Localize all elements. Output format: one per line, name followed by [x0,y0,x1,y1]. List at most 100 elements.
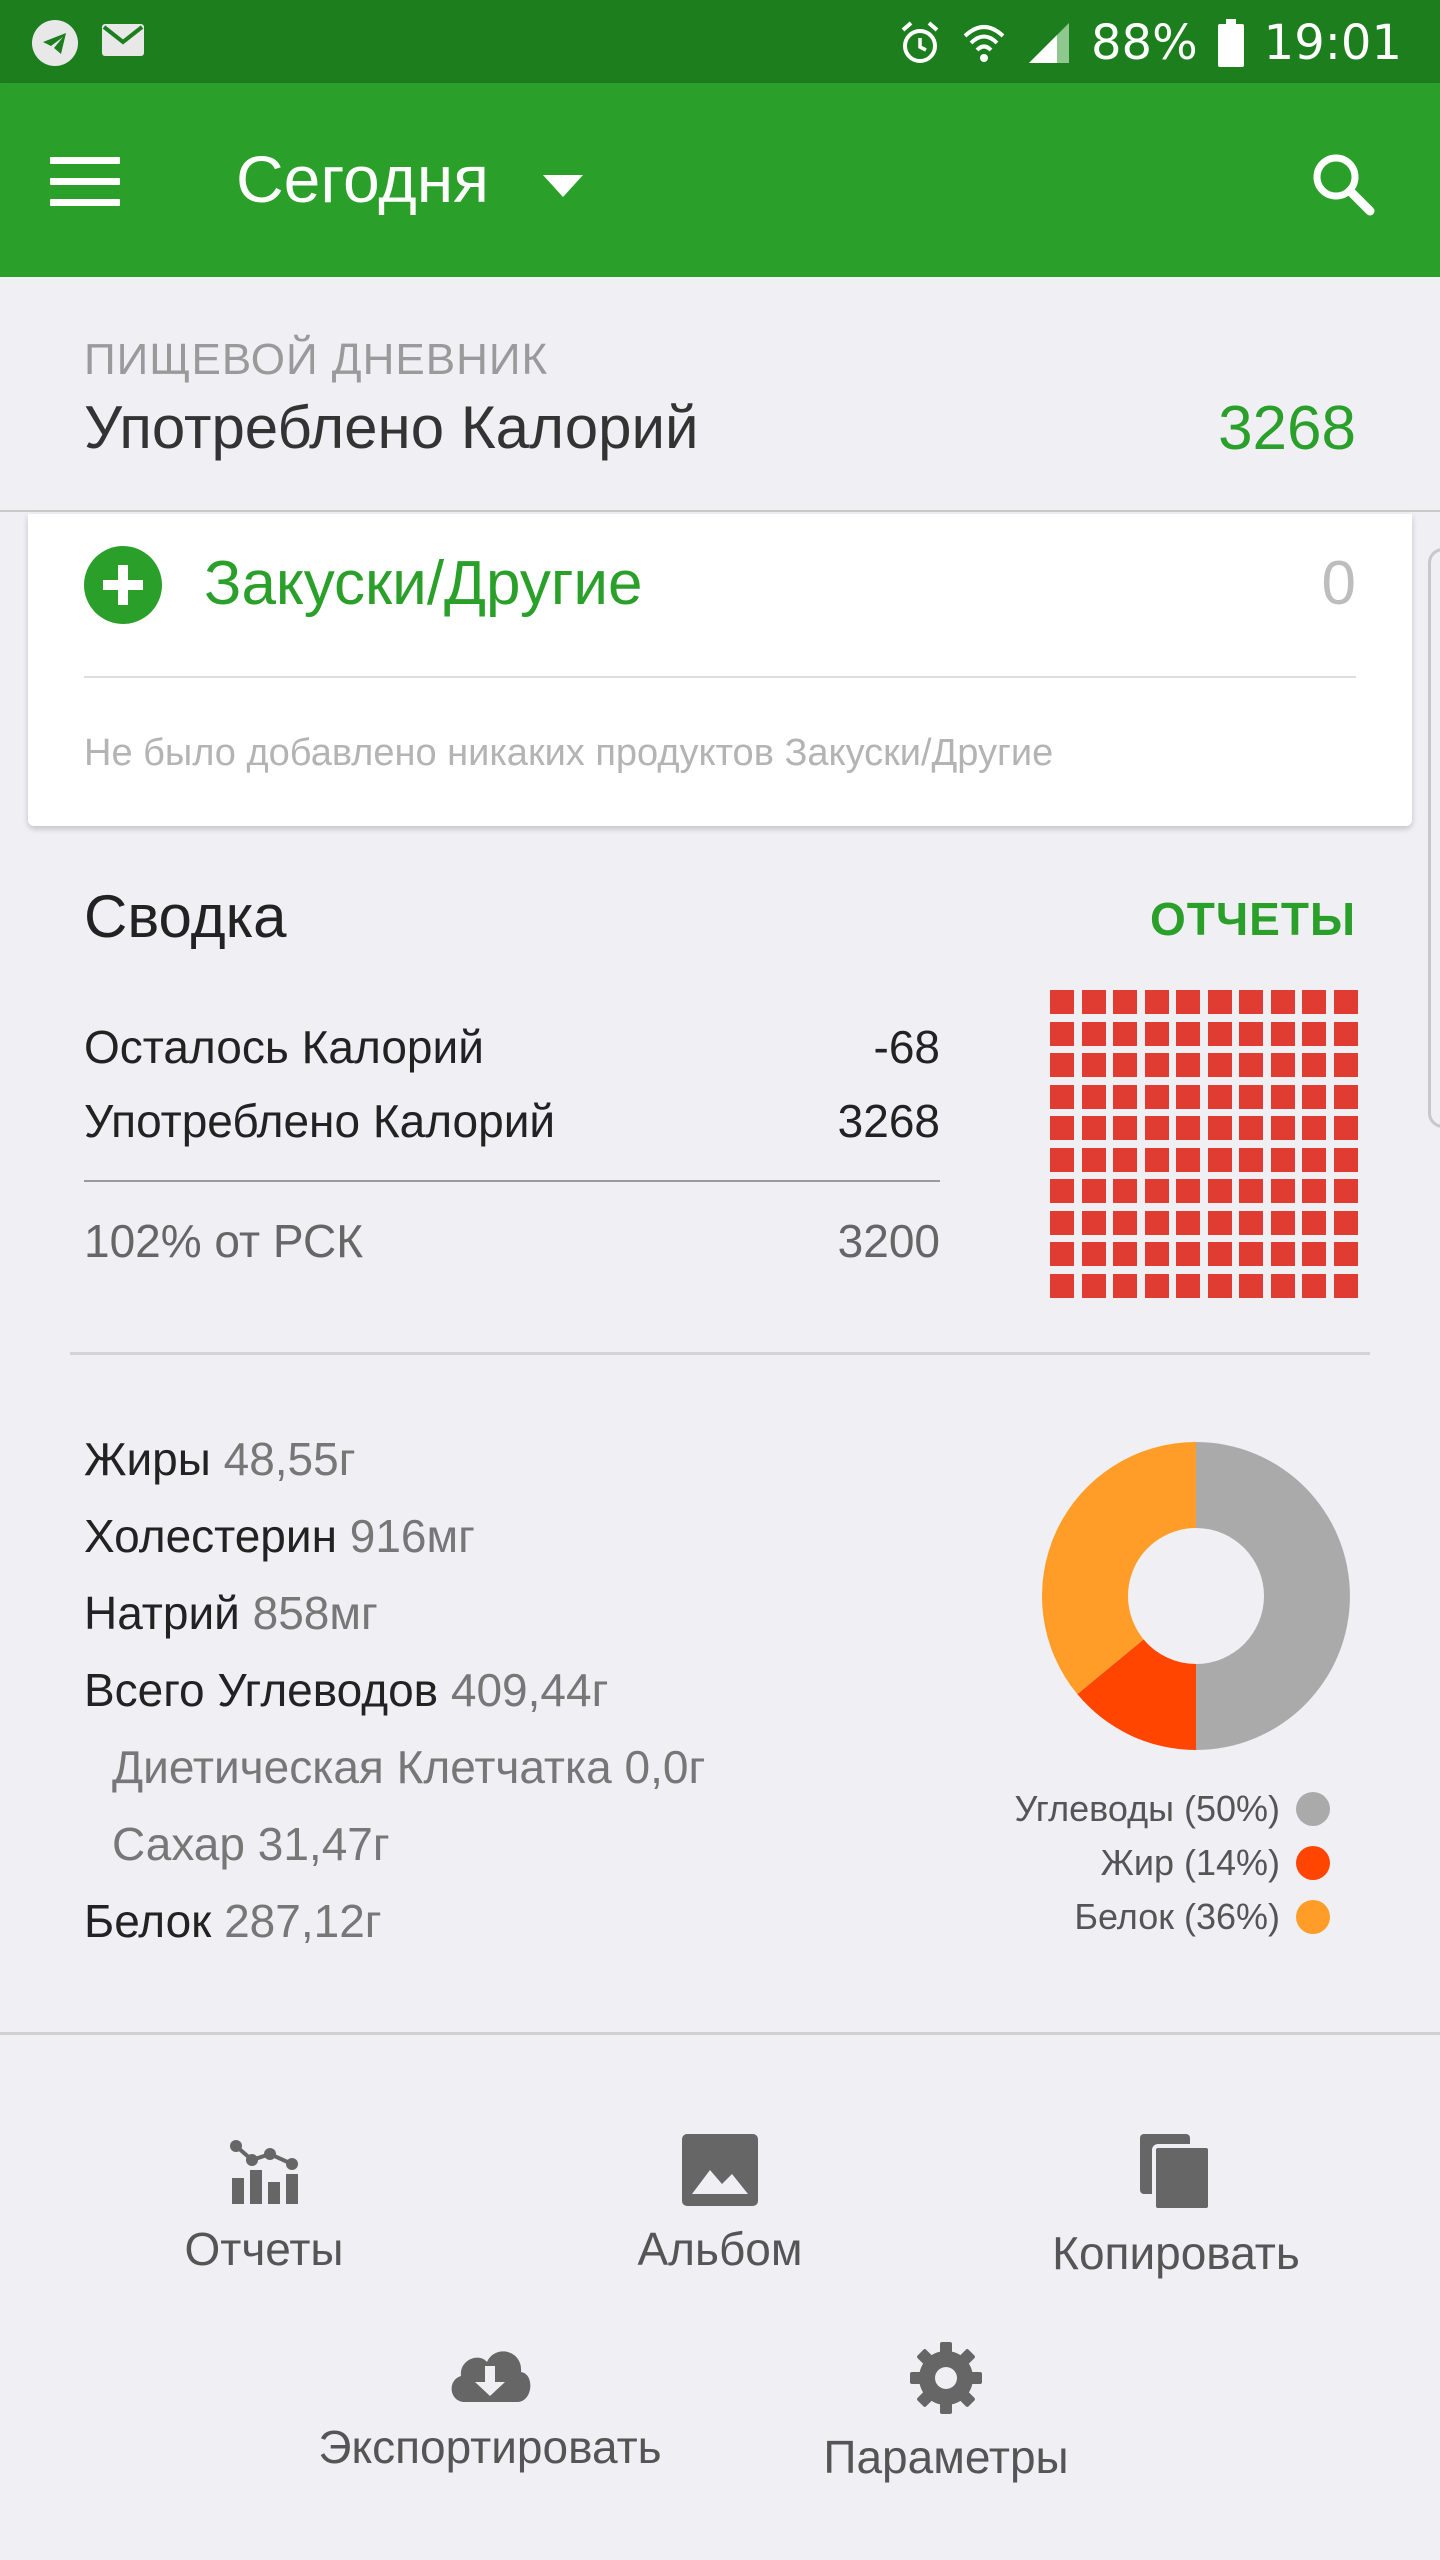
grid-cell [1302,1242,1327,1267]
grid-cell [1207,990,1232,1014]
nutrient-label: Жиры [84,1433,211,1485]
calorie-progress-grid [1050,990,1358,1298]
wifi-icon [963,25,1005,62]
nutrient-value: 0,0г [624,1741,706,1793]
reports-link[interactable]: ОТЧЕТЫ [1150,892,1356,946]
legend-item: Белок (36%) [910,1890,1330,1944]
grid-cell [1113,1274,1138,1298]
copy-icon [1140,2134,1212,2212]
add-food-button[interactable] [84,546,162,624]
grid-cell [1144,1242,1169,1267]
grid-cell [1302,1116,1327,1141]
grid-cell [1334,1242,1358,1267]
grid-cell [1050,1053,1074,1078]
grid-cell [1270,990,1295,1014]
action-label: Параметры [823,2431,1069,2483]
nutrient-label: Всего Углеводов [84,1664,439,1716]
meal-name[interactable]: Закуски/Другие [204,548,643,619]
nutrient-label: Натрий [84,1587,240,1639]
summary-title: Сводка [84,883,287,950]
dropdown-caret-icon[interactable] [543,175,583,197]
action-label: Альбом [637,2223,803,2275]
grid-cell [1239,1053,1264,1078]
nutrient-row: Холестерин 916мг [84,1509,475,1563]
grid-cell [1302,1021,1327,1046]
grid-cell [1176,1210,1201,1235]
menu-icon[interactable] [50,157,120,207]
grid-cell [1113,1116,1138,1141]
summary-row-rsk: 102% от РСК 3200 [84,1214,940,1274]
grid-cell [1144,1021,1169,1046]
action-label: Копировать [1052,2227,1300,2279]
grid-cell [1270,1242,1295,1267]
legend-dot [1296,1900,1330,1934]
grid-cell [1176,1147,1201,1172]
grid-cell [1113,1084,1138,1109]
reports-chart-icon [230,2140,298,2204]
nutrient-row: Всего Углеводов 409,44г [84,1663,608,1717]
action-copy[interactable]: Копировать [996,2132,1356,2312]
nutrient-value: 31,47г [257,1818,390,1870]
grid-cell [1113,1179,1138,1204]
grid-cell [1113,1147,1138,1172]
cloud-download-icon [451,2351,531,2402]
nutrient-row: Натрий 858мг [84,1586,378,1640]
grid-cell [1270,1274,1295,1298]
grid-cell [1270,1053,1295,1078]
grid-cell [1239,1179,1264,1204]
grid-cell [1081,1021,1106,1046]
grid-cell [1270,1210,1295,1235]
grid-cell [1334,1147,1358,1172]
grid-cell [1334,1116,1358,1141]
grid-cell [1270,1179,1295,1204]
meal-card-snacks: Закуски/Другие 0 Не было добавлено никак… [28,514,1412,826]
battery-percent: 88% [1090,15,1198,71]
legend-dot [1296,1792,1330,1826]
grid-cell [1270,1084,1295,1109]
action-export[interactable]: Экспортировать [310,2340,670,2520]
legend-label: Белок (36%) [1074,1896,1280,1937]
action-settings[interactable]: Параметры [766,2340,1126,2520]
rsk-value: 3200 [837,1215,940,1267]
grid-cell [1050,1242,1074,1267]
action-album[interactable]: Альбом [540,2132,900,2312]
grid-cell [1050,1021,1074,1046]
grid-cell [1113,1021,1138,1046]
grid-cell [1207,1179,1232,1204]
date-selector-title[interactable]: Сегодня [236,141,489,217]
legend-item: Углеводы (50%) [910,1782,1330,1836]
grid-cell [1239,1274,1264,1298]
grid-cell [1081,1274,1106,1298]
summary-row-value: 3268 [837,1095,940,1147]
nutrient-label: Холестерин [84,1510,337,1562]
meal-calories: 0 [1321,549,1356,618]
grid-cell [1144,1210,1169,1235]
grid-cell [1302,1179,1327,1204]
grid-cell [1113,990,1138,1014]
action-reports[interactable]: Отчеты [84,2132,444,2312]
grid-cell [1050,1147,1074,1172]
grid-cell [1176,1179,1201,1204]
search-icon[interactable] [1310,151,1376,217]
diary-calories-value: 3268 [1218,394,1356,463]
grid-cell [1144,1116,1169,1141]
screen: 88% 19:01 Сегодня ПИЩЕВОЙ ДНЕВНИК Употре… [0,0,1440,2560]
grid-cell [1144,1179,1169,1204]
grid-cell [1081,990,1106,1014]
grid-cell [1050,1179,1074,1204]
nutrient-label: Диетическая Клетчатка [112,1741,612,1793]
nutrient-label: Сахар [112,1818,245,1870]
action-label: Экспортировать [318,2421,662,2473]
grid-cell [1302,990,1327,1014]
grid-cell [1081,1210,1106,1235]
grid-cell [1081,1242,1106,1267]
grid-cell [1207,1274,1232,1298]
clock: 19:01 [1263,15,1402,71]
app-bar: Сегодня [0,83,1440,277]
signal-icon [1028,23,1069,63]
grid-cell [1081,1116,1106,1141]
grid-cell [1081,1179,1106,1204]
grid-cell [1113,1242,1138,1267]
grid-cell [1334,1053,1358,1078]
summary-row-consumed: Употреблено Калорий 3268 [84,1094,940,1154]
